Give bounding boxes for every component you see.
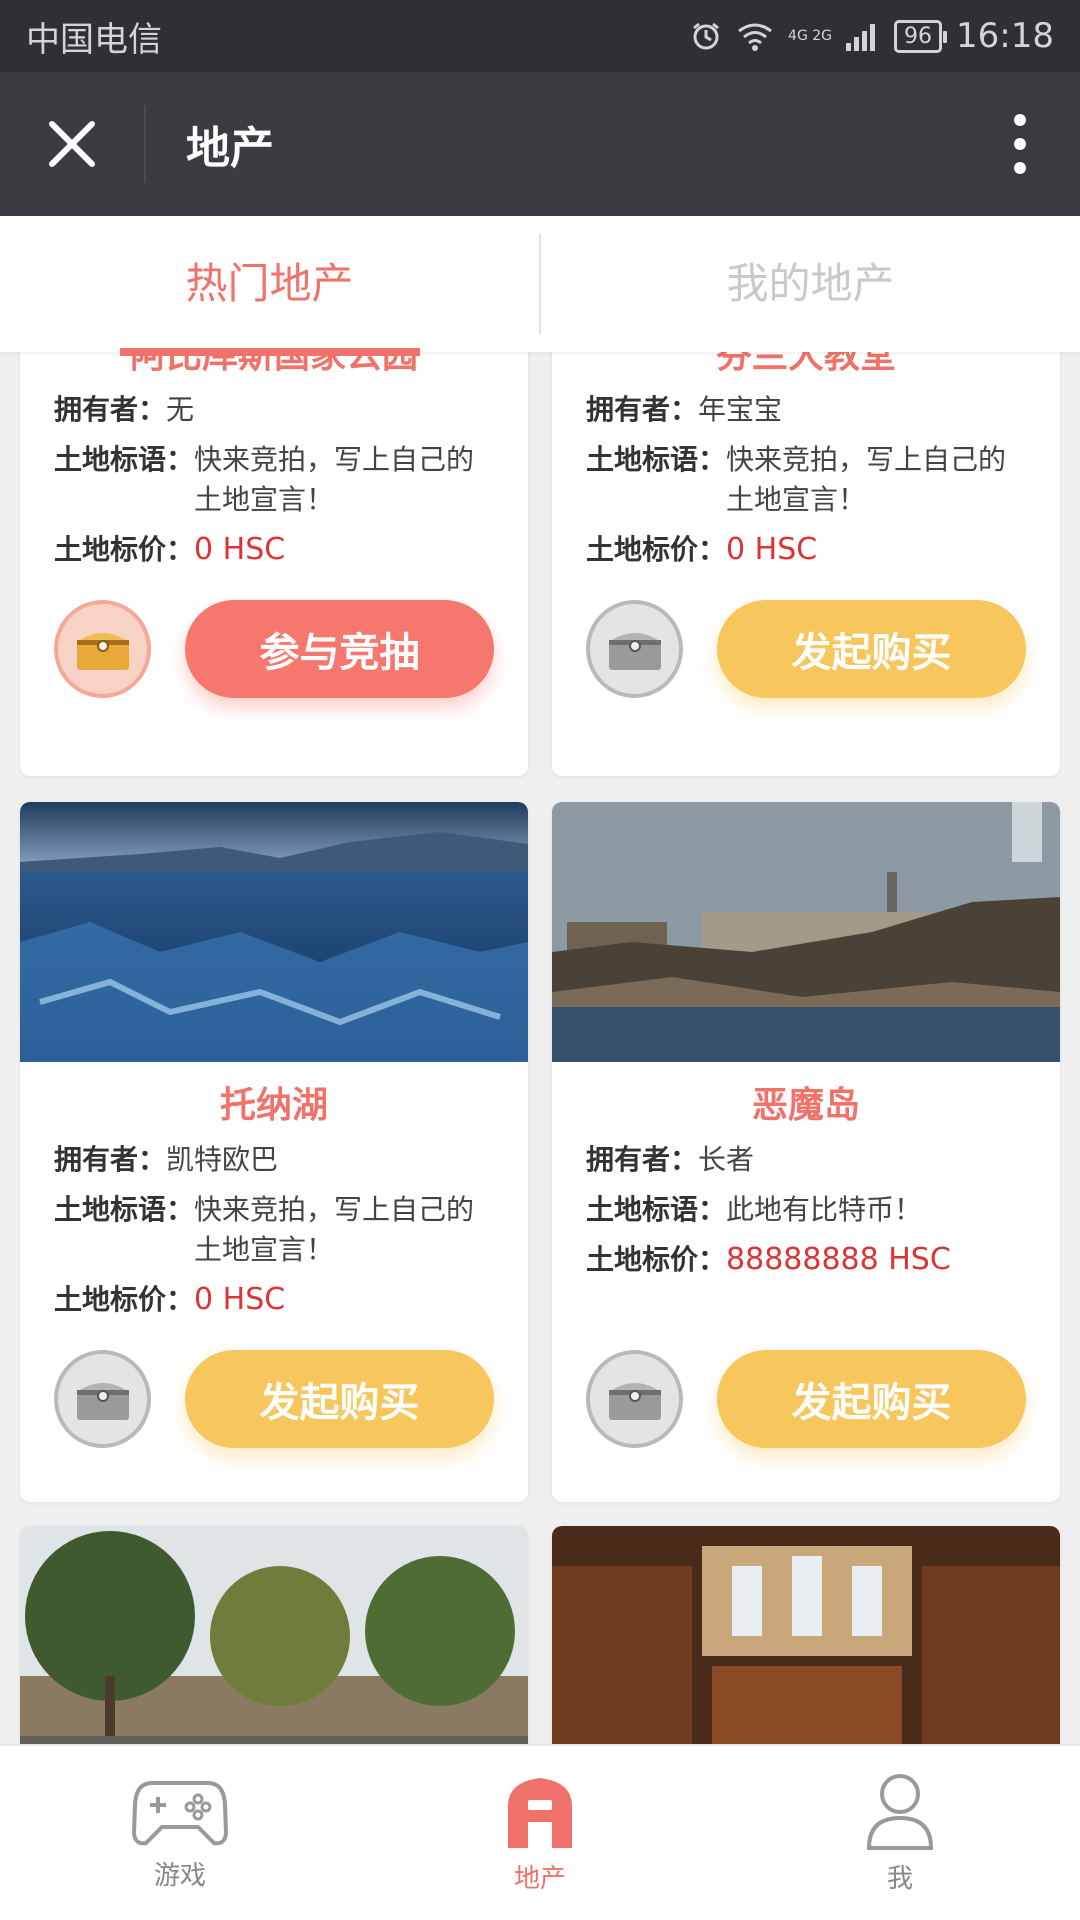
- price-value: 0 HSC: [194, 532, 286, 567]
- more-dot-icon: [1014, 162, 1026, 174]
- owner-label: 拥有者：: [54, 1143, 167, 1176]
- estate-image: [552, 802, 1060, 1062]
- slogan-label: 土地标语：: [586, 443, 727, 476]
- owner-value: 长者: [698, 1143, 755, 1176]
- treasure-chest-icon: [608, 1383, 661, 1420]
- alarm-icon: [693, 22, 719, 50]
- owner-value: 凯特欧巴: [166, 1143, 279, 1176]
- estate-card[interactable]: [20, 1526, 528, 1744]
- close-button[interactable]: [0, 72, 144, 216]
- nav-divider: [144, 105, 146, 183]
- tab-bar: 热门地产 我的地产: [0, 216, 1080, 356]
- carrier-name: 中国电信: [26, 19, 162, 60]
- owner-value: 年宝宝: [698, 393, 783, 426]
- treasure-chest-button[interactable]: [586, 600, 684, 698]
- price-label: 土地标价：: [586, 1243, 727, 1276]
- buy-button[interactable]: 发起购买: [185, 1350, 494, 1448]
- bottom-tab-bar: 游戏 地产 我: [0, 1744, 1080, 1920]
- slogan-value: 快来竞拍，写上自己的土地宣言！: [194, 1193, 475, 1266]
- treasure-chest-icon: [608, 633, 661, 670]
- bottom-tab-label: 地产: [513, 1863, 566, 1894]
- estate-title: 恶魔岛: [751, 1085, 860, 1126]
- more-dot-icon: [1014, 114, 1026, 126]
- estate-image: [20, 1526, 528, 1744]
- bottom-tab-label: 我: [886, 1863, 913, 1894]
- person-icon: [866, 1773, 934, 1850]
- treasure-chest-icon: [76, 1383, 129, 1420]
- more-dot-icon: [1014, 138, 1026, 150]
- bottom-tab-game[interactable]: 游戏: [0, 1746, 360, 1920]
- treasure-chest-button[interactable]: [586, 1350, 684, 1448]
- price-value: 88888888 HSC: [726, 1242, 951, 1277]
- price-value: 0 HSC: [194, 1282, 286, 1317]
- page-title: 地产: [186, 123, 274, 174]
- house-icon: [508, 1777, 572, 1848]
- price-value: 0 HSC: [726, 532, 818, 567]
- more-menu-button[interactable]: [960, 72, 1080, 216]
- estate-card[interactable]: [552, 1526, 1060, 1744]
- bottom-tab-label: 游戏: [153, 1860, 206, 1891]
- estate-card[interactable]: 恶魔岛 拥有者： 长者 土地标语： 此地有比特币！ 土地标价： 88888888 HS…: [552, 802, 1060, 1502]
- estate-image: [552, 1526, 1060, 1744]
- treasure-chest-button[interactable]: [54, 1350, 152, 1448]
- bottom-tab-me[interactable]: 我: [720, 1746, 1080, 1920]
- estate-image: [20, 802, 528, 1062]
- network-type: 4G 2G: [788, 28, 833, 44]
- owner-label: 拥有者：: [54, 393, 167, 426]
- price-label: 土地标价：: [54, 1283, 195, 1316]
- slogan-label: 土地标语：: [54, 443, 195, 476]
- slogan-label: 土地标语：: [586, 1193, 727, 1226]
- treasure-chest-icon: [76, 633, 129, 670]
- wifi-icon: [738, 23, 772, 51]
- battery-indicator: 96: [894, 19, 948, 53]
- slogan-label: 土地标语：: [54, 1193, 195, 1226]
- bottom-tab-estate[interactable]: 地产: [360, 1746, 720, 1920]
- tab-hot-estate[interactable]: 热门地产: [0, 216, 539, 356]
- price-label: 土地标价：: [54, 533, 195, 566]
- buy-button[interactable]: 发起购买: [717, 600, 1026, 698]
- estate-title: 托纳湖: [219, 1085, 328, 1126]
- status-bar: 中国电信 4G 2G 96 16:18: [0, 0, 1080, 72]
- status-icons: 4G 2G 96 16:18: [690, 16, 1054, 56]
- tab-my-estate[interactable]: 我的地产: [541, 216, 1080, 352]
- estate-list[interactable]: 阿比库斯国家公园 拥有者：无 土地标语： 快来竞拍，写上自己的土地宣言！ 土地标价…: [0, 352, 1080, 1744]
- owner-label: 拥有者：: [586, 393, 699, 426]
- owner-value: 无: [166, 393, 195, 426]
- estate-card[interactable]: 托纳湖 拥有者： 凯特欧巴 土地标语： 快来竞拍，写上自己的土地宣言！ 土地标价： 0…: [20, 802, 528, 1502]
- estate-card[interactable]: 阿比库斯国家公园 拥有者：无 土地标语： 快来竞拍，写上自己的土地宣言！ 土地标价…: [20, 352, 528, 776]
- join-auction-button[interactable]: 参与竞抽: [185, 600, 494, 698]
- slogan-value: 快来竞拍，写上自己的土地宣言！: [726, 443, 1007, 516]
- slogan-value: 此地有比特币！: [726, 1193, 923, 1226]
- clock: 16:18: [956, 16, 1054, 56]
- estate-title: 芬兰大教堂: [715, 352, 896, 376]
- gamepad-icon: [132, 1780, 228, 1845]
- treasure-chest-button[interactable]: [54, 600, 152, 698]
- slogan-value: 快来竞拍，写上自己的土地宣言！: [194, 443, 475, 516]
- owner-label: 拥有者：: [586, 1143, 699, 1176]
- price-label: 土地标价：: [586, 533, 727, 566]
- close-icon: [49, 121, 95, 167]
- signal-icon: [846, 24, 876, 51]
- buy-button[interactable]: 发起购买: [717, 1350, 1026, 1448]
- estate-card[interactable]: 芬兰大教堂 拥有者： 年宝宝 土地标语： 快来竞拍，写上自己的土地宣言！ 土地标价：…: [552, 352, 1060, 776]
- nav-bar: 地产: [0, 72, 1080, 216]
